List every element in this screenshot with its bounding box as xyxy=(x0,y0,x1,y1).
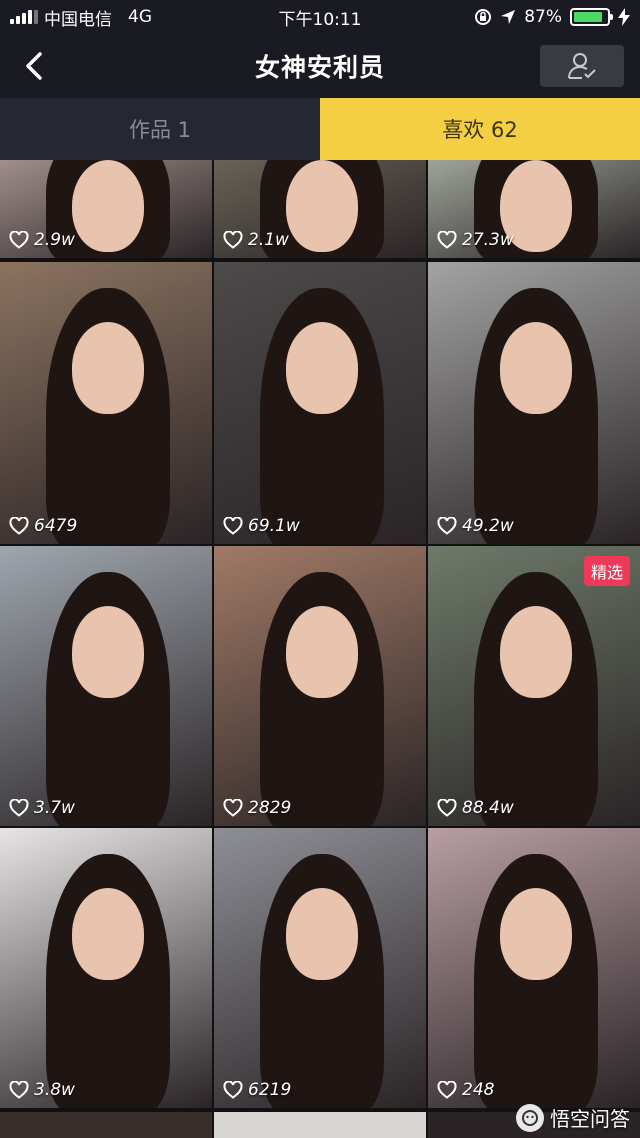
like-count-text: 6219 xyxy=(248,1080,292,1100)
featured-badge: 精选 xyxy=(583,556,630,586)
video-thumbnail[interactable]: 49.2w xyxy=(428,262,640,544)
heart-icon xyxy=(223,799,243,817)
like-count: 49.2w xyxy=(437,516,514,536)
like-count: 248 xyxy=(437,1080,494,1100)
tab-works[interactable]: 作品 1 xyxy=(0,98,320,160)
heart-icon xyxy=(9,517,29,535)
like-count-text: 2829 xyxy=(248,798,292,818)
heart-icon xyxy=(437,231,457,249)
thumbnail-face-shape xyxy=(72,322,144,414)
thumbnail-face-shape xyxy=(500,606,572,698)
heart-icon xyxy=(9,231,29,249)
heart-icon xyxy=(9,1081,29,1099)
profile-button[interactable] xyxy=(540,45,624,87)
status-bar: 中国电信 4G 下午10:11 87% xyxy=(0,0,640,34)
video-thumbnail[interactable]: 精选 88.4w xyxy=(428,546,640,826)
heart-icon xyxy=(437,1081,457,1099)
carrier-label: 中国电信 xyxy=(44,9,112,30)
clock: 下午10:11 xyxy=(278,9,362,30)
heart-icon xyxy=(437,517,457,535)
like-count: 3.8w xyxy=(9,1080,75,1100)
like-count-text: 2.9w xyxy=(34,230,75,250)
heart-icon xyxy=(223,231,243,249)
video-thumbnail[interactable]: 2829 xyxy=(214,546,426,826)
thumbnail-face-shape xyxy=(72,160,144,252)
like-count: 27.3w xyxy=(437,230,514,250)
heart-icon xyxy=(223,517,243,535)
thumbnail-face-shape xyxy=(286,322,358,414)
video-thumbnail[interactable]: 2.9w xyxy=(0,160,212,258)
thumbnail-face-shape xyxy=(500,888,572,980)
video-thumbnail[interactable]: 3.7w xyxy=(0,546,212,826)
like-count: 88.4w xyxy=(437,798,514,818)
user-check-icon xyxy=(568,53,596,79)
like-count: 6479 xyxy=(9,516,77,536)
wukong-logo-icon xyxy=(516,1103,544,1132)
video-thumbnail[interactable]: 3.8w xyxy=(0,828,212,1108)
video-thumbnail[interactable] xyxy=(0,1112,212,1138)
like-count-text: 6479 xyxy=(34,516,78,536)
like-count-text: 88.4w xyxy=(462,798,514,818)
heart-icon xyxy=(9,799,29,817)
video-thumbnail[interactable]: 69.1w xyxy=(214,262,426,544)
tab-likes[interactable]: 喜欢 62 xyxy=(320,98,640,160)
like-count: 2.9w xyxy=(9,230,75,250)
like-count: 3.7w xyxy=(9,798,75,818)
status-left: 中国电信 4G xyxy=(10,0,152,34)
like-count-text: 3.7w xyxy=(34,798,75,818)
watermark: 悟空问答 xyxy=(516,1103,630,1132)
thumbnail-face-shape xyxy=(500,322,572,414)
charging-icon xyxy=(618,8,630,26)
like-count: 6219 xyxy=(223,1080,291,1100)
video-grid: 2.9w 2.1w 27.3w 6479 69.1w 49.2w 3.7w 2829 精选 88.… xyxy=(0,160,640,1138)
rotation-lock-icon xyxy=(475,9,492,25)
like-count: 2829 xyxy=(223,798,291,818)
tab-bar: 作品 1 喜欢 62 xyxy=(0,98,640,160)
like-count-text: 49.2w xyxy=(462,516,514,536)
like-count: 69.1w xyxy=(223,516,300,536)
network-label: 4G xyxy=(128,7,152,27)
thumbnail-face-shape xyxy=(72,888,144,980)
video-thumbnail[interactable]: 27.3w xyxy=(428,160,640,258)
video-thumbnail[interactable]: 6219 xyxy=(214,828,426,1108)
thumbnail-face-shape xyxy=(286,606,358,698)
like-count-text: 3.8w xyxy=(34,1080,75,1100)
thumbnail-face-shape xyxy=(286,888,358,980)
battery-icon xyxy=(570,8,613,26)
signal-icon xyxy=(10,10,38,24)
video-thumbnail[interactable]: 6479 xyxy=(0,262,212,544)
status-right: 87% xyxy=(474,0,630,34)
battery-percent: 87% xyxy=(524,7,562,27)
like-count-text: 2.1w xyxy=(248,230,289,250)
thumbnail-face-shape xyxy=(286,160,358,252)
like-count-text: 27.3w xyxy=(462,230,514,250)
nav-bar: 女神安利员 xyxy=(0,34,640,98)
like-count: 2.1w xyxy=(223,230,289,250)
heart-icon xyxy=(223,1081,243,1099)
watermark-text: 悟空问答 xyxy=(550,1107,630,1131)
heart-icon xyxy=(437,799,457,817)
like-count-text: 69.1w xyxy=(248,516,300,536)
thumbnail-face-shape xyxy=(72,606,144,698)
like-count-text: 248 xyxy=(462,1080,495,1100)
video-thumbnail[interactable]: 2.1w xyxy=(214,160,426,258)
location-icon xyxy=(501,10,516,24)
video-thumbnail[interactable]: 248 xyxy=(428,828,640,1108)
video-thumbnail[interactable] xyxy=(214,1112,426,1138)
